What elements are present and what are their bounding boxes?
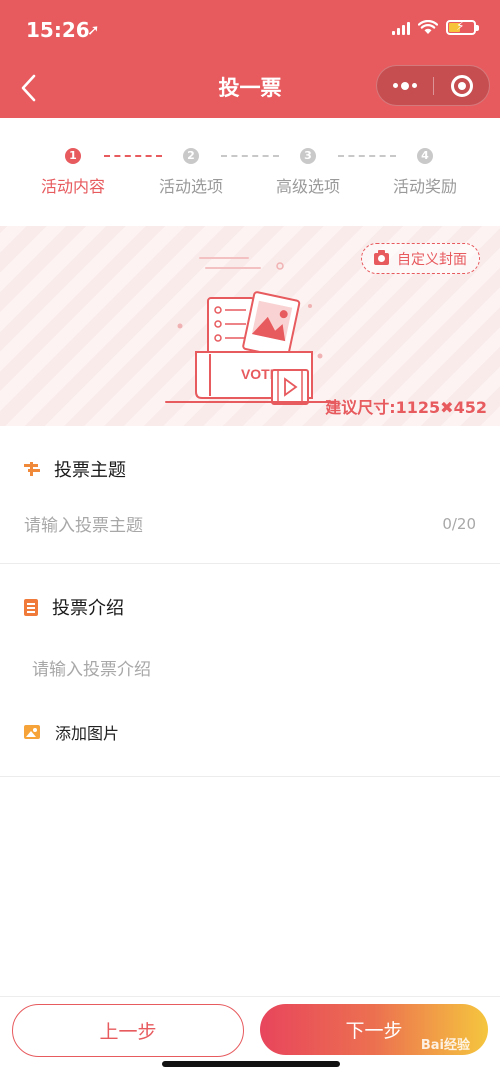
watermark: Bai经验 [420, 1038, 470, 1053]
add-picture-button[interactable]: 添加图片 [24, 720, 119, 744]
topic-icon [24, 462, 40, 476]
status-indicators: ⚡ [392, 19, 479, 35]
step-label: 活动内容 [40, 177, 105, 196]
step-indicator: 1 活动内容 2 活动选项 3 高级选项 4 活动奖励 [0, 140, 500, 200]
intro-placeholder: 请输入投票介绍 [32, 660, 151, 680]
intro-title: 投票介绍 [52, 598, 124, 619]
target-close-icon [451, 74, 473, 97]
status-time: 15:26 [26, 18, 90, 42]
step-label: 活动奖励 [392, 177, 457, 196]
wifi-icon [418, 20, 438, 34]
step-number: 3 [300, 148, 316, 164]
intro-textarea[interactable]: 请输入投票介绍 [32, 655, 484, 680]
topic-char-counter: 0/20 [442, 514, 476, 533]
mini-program-capsule [376, 65, 490, 106]
next-step-label: 下一步 [345, 1020, 403, 1042]
vote-box-illustration: VOTE [165, 257, 335, 405]
location-arrow-icon: ➚ [87, 21, 100, 39]
custom-cover-label: 自定义封面 [397, 251, 467, 268]
divider [0, 563, 500, 564]
size-hint: 建议尺寸:1125✖452 [325, 398, 487, 417]
topic-input[interactable]: 请输入投票主题 0/20 [24, 511, 476, 537]
step-2[interactable]: 2 活动选项 [136, 140, 246, 197]
signal-icon [392, 21, 410, 35]
charging-bolt-icon: ⚡ [456, 19, 465, 33]
app-header: 15:26 ➚ ⚡ 投一票 [0, 0, 500, 118]
step-number: 4 [417, 148, 433, 164]
topic-title: 投票主题 [54, 460, 126, 481]
add-picture-label: 添加图片 [55, 724, 120, 743]
document-icon [24, 598, 38, 616]
topic-section-header: 投票主题 [24, 456, 126, 482]
footer-bar: 上一步 下一步 Bai经验 [0, 996, 500, 1083]
cover-banner[interactable]: 自定义封面 VOTE 建议尺寸:1125✖452 [0, 226, 500, 426]
image-icon [24, 725, 40, 739]
battery-icon: ⚡ [446, 19, 479, 35]
more-button[interactable] [377, 66, 433, 105]
step-label: 活动选项 [158, 177, 223, 196]
step-label: 高级选项 [275, 177, 340, 196]
step-3[interactable]: 3 高级选项 [253, 140, 363, 197]
step-1[interactable]: 1 活动内容 [18, 140, 128, 197]
prev-step-button[interactable]: 上一步 [12, 1004, 244, 1057]
step-number: 2 [183, 148, 199, 164]
close-button[interactable] [434, 66, 490, 105]
step-number: 1 [65, 148, 81, 164]
home-indicator [162, 1061, 340, 1067]
camera-icon [374, 249, 389, 265]
custom-cover-button[interactable]: 自定义封面 [361, 243, 480, 274]
divider [0, 776, 500, 777]
next-step-button[interactable]: 下一步 Bai经验 [260, 1004, 488, 1055]
more-dots-icon [393, 83, 398, 88]
intro-section-header: 投票介绍 [24, 594, 124, 620]
topic-placeholder: 请输入投票主题 [24, 516, 143, 536]
step-4[interactable]: 4 活动奖励 [370, 140, 480, 197]
